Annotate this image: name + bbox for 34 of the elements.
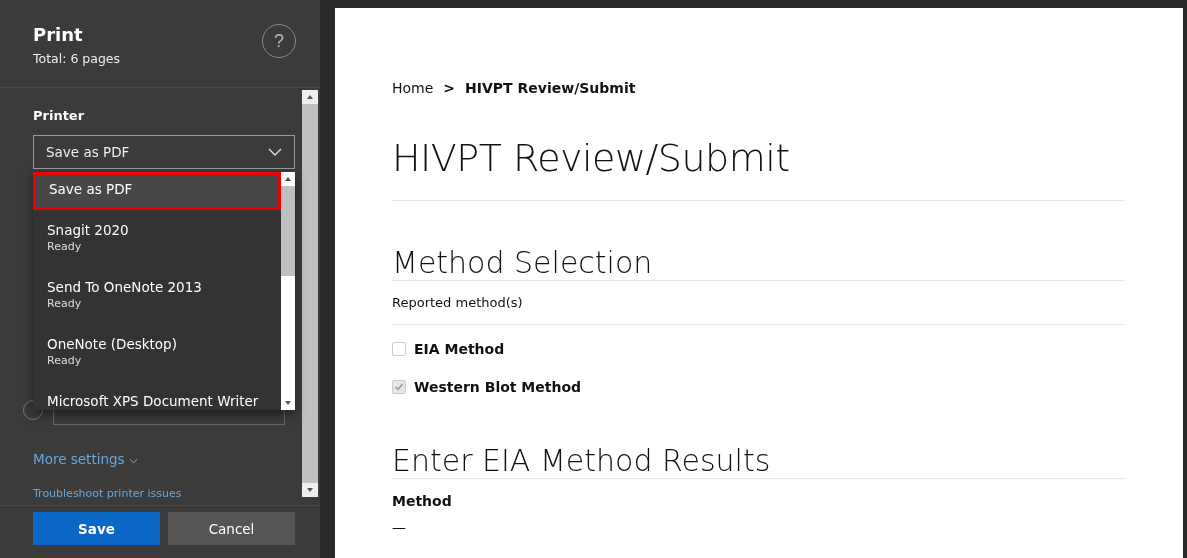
menu-scrollbar[interactable] xyxy=(281,172,295,410)
chevron-down-icon xyxy=(268,148,282,156)
printer-option[interactable]: OneNote (Desktop) Ready xyxy=(33,324,281,381)
scroll-down-icon[interactable] xyxy=(307,488,313,492)
printer-option[interactable]: Snagit 2020 Ready xyxy=(33,210,281,267)
chevron-down-icon xyxy=(128,458,138,464)
scroll-up-icon[interactable] xyxy=(307,95,313,99)
checkbox-label: Western Blot Method xyxy=(414,379,582,395)
field-value: — xyxy=(392,519,407,535)
print-title: Print xyxy=(33,24,84,45)
field-label: Method xyxy=(392,493,453,509)
printer-option[interactable]: Microsoft XPS Document Writer xyxy=(33,381,281,410)
page-title: HIVPT Review/Submit xyxy=(392,136,791,180)
section-title: Method Selection xyxy=(392,245,654,280)
cancel-button[interactable]: Cancel xyxy=(168,512,295,545)
scroll-down-icon[interactable] xyxy=(285,401,291,405)
printer-option[interactable]: Send To OneNote 2013 Ready xyxy=(33,267,281,324)
breadcrumb-item[interactable]: HIVPT Review/Submit xyxy=(465,80,636,96)
breadcrumb-item[interactable]: Home xyxy=(392,80,434,96)
section-title: Enter EIA Method Results xyxy=(392,443,772,478)
troubleshoot-link[interactable]: Troubleshoot printer issues xyxy=(33,487,302,500)
more-settings-link[interactable]: More settings xyxy=(33,451,302,467)
field-label: Reported method(s) xyxy=(392,295,524,310)
printer-option[interactable]: Save as PDF xyxy=(33,172,281,210)
save-button[interactable]: Save xyxy=(33,512,160,545)
printer-dropdown[interactable]: Save as PDF xyxy=(33,135,295,169)
printer-label: Printer xyxy=(33,108,86,123)
page-count: Total: 6 pages xyxy=(33,51,121,66)
checkbox[interactable] xyxy=(392,380,406,394)
scroll-up-icon[interactable] xyxy=(285,177,291,181)
checkbox[interactable] xyxy=(392,342,406,356)
scrollbar[interactable] xyxy=(302,90,318,497)
breadcrumb-separator: > xyxy=(443,80,456,96)
checkbox-label: EIA Method xyxy=(414,341,505,357)
